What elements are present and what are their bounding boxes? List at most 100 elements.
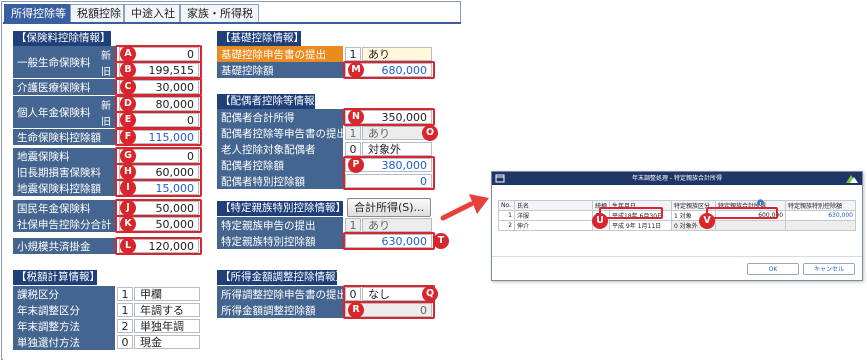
badge-u: U bbox=[592, 213, 608, 229]
tab-family-income-tax[interactable]: 家族・所得税 bbox=[180, 4, 259, 22]
table-row[interactable]: 2 伸介 子 平成 9年 1月11日 0 対象外 bbox=[498, 220, 856, 231]
class-text: 対象 bbox=[679, 213, 692, 220]
column-header: 特定親族特別控除額 bbox=[785, 200, 856, 211]
column-header: 生年月日 bbox=[609, 200, 673, 211]
badge-f: F bbox=[120, 129, 136, 145]
table-header-row: No. 氏名 続柄 生年月日 特定親族区分 特定親族合計所得 特定親族特別控除額 bbox=[498, 200, 856, 211]
badge-c: C bbox=[120, 79, 136, 95]
badge-e: E bbox=[120, 112, 136, 128]
basic-submit-text: あり bbox=[362, 47, 432, 61]
year-end-method-text: 単独年調 bbox=[134, 319, 200, 333]
badge-p: P bbox=[348, 157, 364, 173]
badge-j: J bbox=[120, 200, 136, 216]
tax-class-label: 課税区分 bbox=[13, 286, 115, 302]
pension-label: 個人年金保険料 bbox=[13, 96, 97, 128]
basic-amount-label: 基礎控除額 bbox=[217, 62, 343, 78]
income-adjust-header: 【所得金額調整控除情報】 bbox=[217, 270, 337, 285]
badge-q: Q bbox=[422, 286, 438, 302]
window-icon bbox=[495, 174, 505, 183]
tab-tax-credit[interactable]: 税額控除 bbox=[70, 4, 124, 22]
column-header: 特定親族合計所得 bbox=[715, 200, 787, 211]
total-income-dialog: 年末調整処理 - 特定親族合計所得 No. 氏名 続柄 生年月日 特定親族区分 … bbox=[491, 171, 863, 281]
arrow-icon bbox=[440, 194, 489, 221]
ok-button[interactable]: OK bbox=[747, 263, 799, 275]
general-life-label: 一般生命保険料 bbox=[13, 46, 97, 78]
class-text: 対象外 bbox=[679, 223, 698, 230]
earthquake-label: 地震保険料 bbox=[13, 148, 115, 164]
special-relative-submit-code: 1 bbox=[345, 218, 361, 232]
income-cell[interactable]: 600,000 bbox=[715, 210, 787, 221]
badge-d: D bbox=[120, 96, 136, 112]
dialog-divider bbox=[492, 256, 862, 257]
social-total-label: 社保申告控除分合計 bbox=[13, 216, 115, 232]
column-header: No. bbox=[498, 200, 515, 211]
spouse-special-field: 0 bbox=[345, 174, 432, 188]
birth-cell: 平成18年 6月30日 bbox=[609, 210, 673, 221]
badge-a: A bbox=[120, 46, 136, 62]
deduction-cell: 630,000 bbox=[785, 210, 856, 221]
badge-o: O bbox=[422, 125, 438, 141]
total-income-button[interactable]: 合計所得(S)... bbox=[347, 198, 431, 217]
income-adjust-amount-label: 所得金額調整控除額 bbox=[217, 302, 343, 318]
refund-method-text: 現金 bbox=[134, 335, 200, 349]
badge-v: V bbox=[699, 213, 715, 229]
special-relative-submit-label: 特定親族申告の提出 bbox=[217, 217, 343, 233]
care-medical-label: 介護医療保険料 bbox=[13, 79, 115, 95]
class-code: 1 bbox=[674, 213, 678, 220]
badge-h: H bbox=[120, 164, 136, 180]
tab-panel: 【保険料控除情報】 一般生命保険料 新 旧 0 199,515 介護医療保険料 … bbox=[3, 22, 461, 360]
old-label: 旧 bbox=[97, 62, 115, 78]
main-window: 所得控除等 税額控除 中途入社 家族・所得税 【保険料控除情報】 一般生命保険料… bbox=[1, 1, 461, 360]
income-adjust-submit-label: 所得調整控除申告書の提出 bbox=[217, 286, 343, 302]
tax-class-text: 甲欄 bbox=[134, 287, 200, 301]
app-logo-icon bbox=[846, 175, 858, 183]
refund-method-code[interactable]: 0 bbox=[117, 335, 133, 349]
cancel-button[interactable]: キャンセル bbox=[803, 263, 855, 275]
badge-b: B bbox=[120, 62, 136, 78]
basic-header: 【基礎控除情報】 bbox=[217, 31, 301, 46]
year-end-method-code[interactable]: 2 bbox=[117, 319, 133, 333]
relatives-table: No. 氏名 続柄 生年月日 特定親族区分 特定親族合計所得 特定親族特別控除額… bbox=[498, 200, 856, 231]
badge-r: R bbox=[348, 302, 364, 318]
column-header: 特定親族区分 bbox=[671, 200, 717, 211]
tab-mid-year-hire[interactable]: 中途入社 bbox=[124, 4, 180, 22]
old-label: 旧 bbox=[97, 112, 115, 128]
tax-calc-header: 【税額計算情報】 bbox=[13, 270, 97, 285]
basic-submit-code[interactable]: 1 bbox=[345, 47, 361, 61]
elderly-spouse-code[interactable]: 0 bbox=[345, 142, 361, 156]
badge-l: L bbox=[120, 238, 136, 254]
table-row[interactable]: 1 洋服 子 平成18年 6月30日 1 対象 600,000 630,000 bbox=[498, 210, 856, 221]
insurance-header: 【保険料控除情報】 bbox=[13, 31, 111, 46]
class-code: 0 bbox=[674, 223, 678, 230]
spouse-special-label: 配偶者特別控除額 bbox=[217, 173, 343, 189]
badge-t: T bbox=[433, 233, 449, 249]
elderly-spouse-text: 対象外 bbox=[362, 142, 432, 156]
year-end-class-label: 年末調整区分 bbox=[13, 302, 115, 318]
tab-income-deduction[interactable]: 所得控除等 bbox=[4, 4, 70, 22]
year-end-class-code[interactable]: 1 bbox=[117, 303, 133, 317]
info-icon bbox=[757, 199, 764, 206]
no-cell: 1 bbox=[498, 210, 515, 221]
column-header: 氏名 bbox=[514, 200, 593, 211]
tax-class-code[interactable]: 1 bbox=[117, 287, 133, 301]
small-business-label: 小規模共済掛金 bbox=[13, 238, 115, 254]
birth-cell: 平成 9年 1月11日 bbox=[609, 220, 673, 231]
year-end-method-label: 年末調整方法 bbox=[13, 318, 115, 334]
spouse-deduction-label: 配偶者控除額 bbox=[217, 157, 343, 173]
national-pension-label: 国民年金保険料 bbox=[13, 200, 115, 216]
special-relative-submit-text: あり bbox=[362, 218, 432, 232]
badge-n: N bbox=[348, 109, 364, 125]
new-label: 新 bbox=[97, 46, 115, 62]
name-cell: 洋服 bbox=[514, 210, 593, 221]
no-cell: 2 bbox=[498, 220, 515, 231]
spouse-submit-code: 1 bbox=[345, 126, 361, 140]
deduction-cell bbox=[785, 220, 856, 231]
badge-g: G bbox=[120, 148, 136, 164]
life-deduction-label: 生命保険料控除額 bbox=[13, 129, 115, 145]
year-end-class-text: 年調する bbox=[134, 303, 200, 317]
income-adjust-submit-code[interactable]: 0 bbox=[345, 287, 361, 301]
elderly-spouse-label: 老人控除対象配偶者 bbox=[217, 141, 343, 157]
income-cell[interactable] bbox=[715, 220, 787, 231]
column-header: 続柄 bbox=[591, 200, 611, 211]
badge-k: K bbox=[120, 216, 136, 232]
